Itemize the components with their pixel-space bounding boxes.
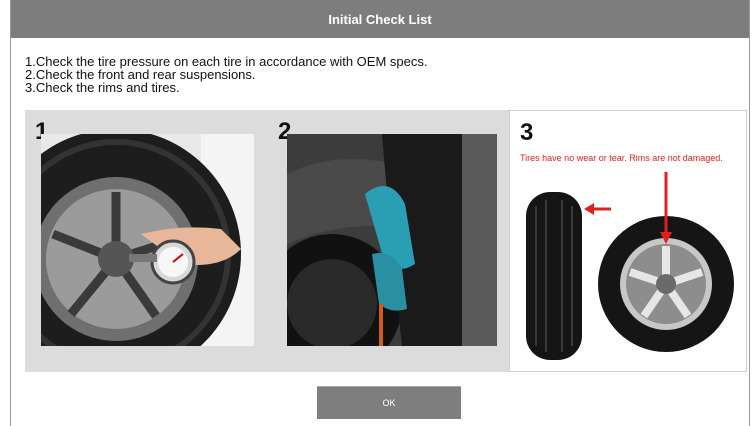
rims-tires-caption: Tires have no wear or tear. Rims are not…	[520, 153, 723, 163]
dialog-title: Initial Check List	[11, 0, 749, 38]
instructions: 1.Check the tire pressure on each tire i…	[25, 55, 427, 94]
initial-check-dialog: Initial Check List 1.Check the tire pres…	[10, 0, 750, 426]
panel-suspension: 2	[268, 110, 507, 372]
instruction-3: 3.Check the rims and tires.	[25, 80, 180, 95]
ok-button[interactable]: OK	[317, 386, 461, 419]
suspension-photo	[287, 134, 497, 346]
panel-number: 3	[520, 119, 534, 146]
panel-rims-tires: 3 Tires have no wear or tear. Rims are n…	[509, 110, 747, 372]
rims-tires-illustration	[526, 172, 734, 360]
panel-tire-pressure: 1	[25, 110, 266, 372]
tire-pressure-photo	[41, 134, 254, 346]
illustration-panels: 1 2 3 Tires have no wear or tear. Rims a…	[25, 110, 747, 372]
